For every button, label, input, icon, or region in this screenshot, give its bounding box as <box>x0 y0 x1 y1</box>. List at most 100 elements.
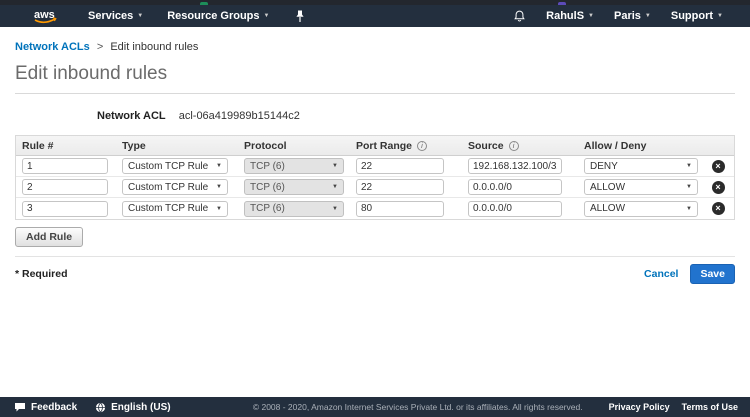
footer-left: Feedback English (US) <box>0 402 189 413</box>
chevron-down-icon: ▼ <box>645 13 651 19</box>
notifications-bell-icon[interactable] <box>513 9 526 23</box>
nav-resource-groups[interactable]: Resource Groups ▼ <box>167 10 269 22</box>
protocol-select[interactable]: TCP (6) ▼ <box>244 158 344 174</box>
delete-rule-icon[interactable]: × <box>712 160 725 173</box>
allow-deny-select[interactable]: DENY ▼ <box>584 158 698 174</box>
breadcrumb-network-acls-link[interactable]: Network ACLs <box>15 41 90 53</box>
main-content: Network ACLs > Edit inbound rules Edit i… <box>0 27 750 284</box>
privacy-policy-link[interactable]: Privacy Policy <box>609 402 670 412</box>
nav-user-menu[interactable]: RahulS ▼ <box>546 10 594 22</box>
globe-icon <box>95 402 106 413</box>
chevron-down-icon: ▼ <box>216 206 222 212</box>
protocol-select[interactable]: TCP (6) ▼ <box>244 201 344 217</box>
table-header-row: Rule # Type Protocol Port Range i Source… <box>16 136 734 156</box>
language-selector[interactable]: English (US) <box>95 402 170 413</box>
network-acl-field-row: Network ACL acl-06a419989b15144c2 <box>15 110 735 122</box>
header-type-label: Type <box>122 140 146 152</box>
nav-region-label: Paris <box>614 10 641 22</box>
source-input[interactable] <box>468 201 562 217</box>
nav-support-label: Support <box>671 10 713 22</box>
type-select[interactable]: Custom TCP Rule ▼ <box>122 158 228 174</box>
rule-number-input[interactable] <box>22 158 108 174</box>
header-source-label: Source <box>468 140 504 152</box>
source-input[interactable] <box>468 179 562 195</box>
protocol-select-value: TCP (6) <box>250 161 285 172</box>
chevron-down-icon: ▼ <box>137 13 143 19</box>
nav-services[interactable]: Services ▼ <box>88 10 143 22</box>
header-type: Type <box>116 140 238 152</box>
feedback-button[interactable]: Feedback <box>14 402 77 413</box>
type-select[interactable]: Custom TCP Rule ▼ <box>122 179 228 195</box>
chevron-down-icon: ▼ <box>686 184 692 190</box>
allow-deny-select[interactable]: ALLOW ▼ <box>584 179 698 195</box>
nav-support-menu[interactable]: Support ▼ <box>671 10 723 22</box>
required-note: * Required <box>15 268 68 280</box>
rule-number-input[interactable] <box>22 179 108 195</box>
aws-logo[interactable]: aws <box>30 7 60 25</box>
allow-deny-select[interactable]: ALLOW ▼ <box>584 201 698 217</box>
delete-rule-icon[interactable]: × <box>712 202 725 215</box>
inbound-rules-table: Rule # Type Protocol Port Range i Source… <box>15 135 735 220</box>
bottom-actions: Cancel Save <box>644 264 735 284</box>
nav-resource-groups-label: Resource Groups <box>167 10 259 22</box>
header-allow-deny-label: Allow / Deny <box>584 140 646 152</box>
port-range-input[interactable] <box>356 179 444 195</box>
chevron-down-icon: ▼ <box>332 163 338 169</box>
allow-deny-select-value: ALLOW <box>590 182 625 193</box>
protocol-select[interactable]: TCP (6) ▼ <box>244 179 344 195</box>
svg-text:aws: aws <box>34 9 55 21</box>
language-label: English (US) <box>111 402 170 413</box>
nav-region-menu[interactable]: Paris ▼ <box>614 10 651 22</box>
breadcrumb-separator: > <box>97 41 103 53</box>
add-rule-button[interactable]: Add Rule <box>15 227 83 247</box>
table-row: Custom TCP Rule ▼ TCP (6) ▼ ALLOW ▼ <box>16 198 734 219</box>
cancel-button[interactable]: Cancel <box>644 268 678 280</box>
nav-user-label: RahulS <box>546 10 584 22</box>
chevron-down-icon: ▼ <box>717 13 723 19</box>
page: aws Services ▼ Resource Groups ▼ <box>0 0 750 417</box>
network-acl-id-value: acl-06a419989b15144c2 <box>179 110 300 122</box>
chevron-down-icon: ▼ <box>216 163 222 169</box>
nav-services-label: Services <box>88 10 133 22</box>
protocol-select-value: TCP (6) <box>250 203 285 214</box>
info-icon[interactable]: i <box>417 141 427 151</box>
delete-rule-icon[interactable]: × <box>712 181 725 194</box>
port-range-input[interactable] <box>356 201 444 217</box>
top-navbar: aws Services ▼ Resource Groups ▼ <box>0 5 750 27</box>
nav-left: aws Services ▼ Resource Groups ▼ <box>0 7 305 25</box>
terms-of-use-link[interactable]: Terms of Use <box>682 402 738 412</box>
feedback-bubble-icon <box>14 402 26 413</box>
footer-bar: Feedback English (US) © 2008 - 2020, Ama… <box>0 397 750 417</box>
source-input[interactable] <box>468 158 562 174</box>
copyright-text: © 2008 - 2020, Amazon Internet Services … <box>253 402 583 412</box>
title-divider <box>15 93 735 94</box>
allow-deny-select-value: DENY <box>590 161 618 172</box>
footer-right: © 2008 - 2020, Amazon Internet Services … <box>253 402 750 412</box>
breadcrumb-current: Edit inbound rules <box>110 41 198 53</box>
pin-shortcut-icon[interactable] <box>295 10 305 23</box>
chevron-down-icon: ▼ <box>332 206 338 212</box>
header-protocol: Protocol <box>238 140 350 152</box>
allow-deny-select-value: ALLOW <box>590 203 625 214</box>
header-protocol-label: Protocol <box>244 140 287 152</box>
feedback-label: Feedback <box>31 402 77 413</box>
header-rule-number: Rule # <box>16 140 116 152</box>
rule-number-input[interactable] <box>22 201 108 217</box>
type-select[interactable]: Custom TCP Rule ▼ <box>122 201 228 217</box>
info-icon[interactable]: i <box>509 141 519 151</box>
type-select-value: Custom TCP Rule <box>128 182 208 193</box>
header-port-range-label: Port Range <box>356 140 412 152</box>
bottom-action-row: * Required Cancel Save <box>15 264 735 284</box>
nav-right: RahulS ▼ Paris ▼ Support ▼ <box>513 9 750 23</box>
header-source: Source i <box>462 140 578 152</box>
header-rule-number-label: Rule # <box>22 140 54 152</box>
breadcrumb: Network ACLs > Edit inbound rules <box>15 41 735 53</box>
table-row: Custom TCP Rule ▼ TCP (6) ▼ DENY ▼ <box>16 156 734 177</box>
chevron-down-icon: ▼ <box>216 184 222 190</box>
chevron-down-icon: ▼ <box>332 184 338 190</box>
chevron-down-icon: ▼ <box>686 206 692 212</box>
type-select-value: Custom TCP Rule <box>128 161 208 172</box>
save-button[interactable]: Save <box>690 264 735 284</box>
port-range-input[interactable] <box>356 158 444 174</box>
header-allow-deny: Allow / Deny <box>578 140 702 152</box>
